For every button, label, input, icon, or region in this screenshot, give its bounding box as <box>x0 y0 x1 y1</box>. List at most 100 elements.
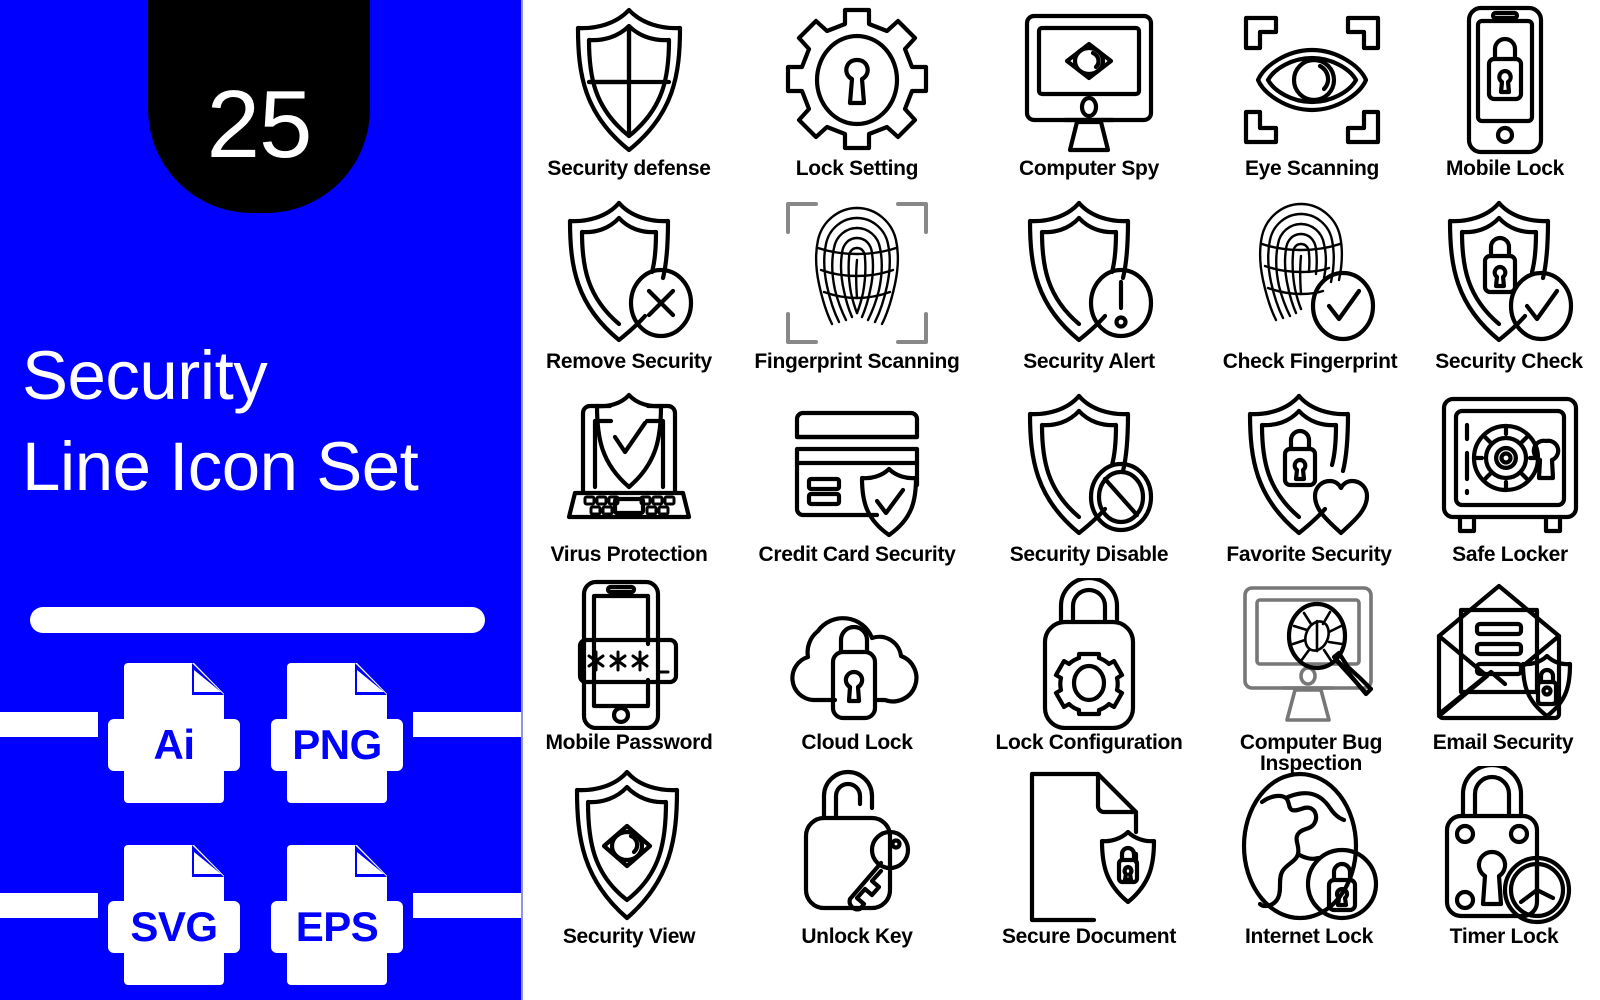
page-title: Security Line Icon Set <box>22 330 502 512</box>
page-fold-corner <box>355 663 387 695</box>
cloud-padlock-icon <box>751 578 963 730</box>
icon-cell-security-disable[interactable]: Security Disable <box>981 390 1197 565</box>
shield-eye-icon <box>531 769 727 924</box>
format-badge-png: PNG <box>271 663 403 803</box>
format-label: SVG <box>130 903 218 950</box>
icon-label: Security Alert <box>1023 350 1155 373</box>
monitor-bug-magnifier-icon <box>1213 578 1409 730</box>
icon-label: Mobile Password <box>545 731 713 754</box>
icon-label: Email Security <box>1432 731 1574 754</box>
icon-label: Timer Lock <box>1449 925 1559 948</box>
icon-cell-check-fingerprint[interactable]: Check Fingerprint <box>1201 197 1419 372</box>
icon-cell-credit-card-security[interactable]: Credit Card Security <box>731 390 983 565</box>
shield-no-entry-icon <box>981 390 1197 542</box>
eye-scan-frame-icon <box>1213 4 1411 156</box>
shield-exclamation-icon <box>983 197 1195 349</box>
page-title-line2: Line Icon Set <box>22 428 419 506</box>
icon-cell-fingerprint-scanning[interactable]: Fingerprint Scanning <box>735 197 979 372</box>
laptop-shield-check-icon <box>531 390 727 542</box>
icon-cell-computer-bug-inspection[interactable]: Computer Bug Inspection <box>1213 578 1409 774</box>
shield-quarters-icon <box>531 4 727 156</box>
icon-label: Safe Locker <box>1452 543 1568 566</box>
icon-cell-favorite-security[interactable]: Favorite Security <box>1201 390 1417 565</box>
icon-cell-security-check[interactable]: Security Check <box>1419 197 1599 372</box>
icon-cell-security-defense[interactable]: Security defense <box>531 4 727 179</box>
icon-cell-security-alert[interactable]: Security Alert <box>983 197 1195 372</box>
icon-grid: Security defense Lock Setting Computer S… <box>521 0 1600 1000</box>
format-badge-svg: SVG <box>108 845 240 985</box>
icon-cell-lock-setting[interactable]: Lock Setting <box>747 4 967 179</box>
icon-cell-cloud-lock[interactable]: Cloud Lock <box>751 578 963 753</box>
icon-count-badge: 25 <box>148 0 370 213</box>
icon-label: Virus Protection <box>550 543 708 566</box>
icon-label: Internet Lock <box>1245 925 1373 948</box>
page-title-line1: Security <box>22 337 268 414</box>
icon-label: Lock Configuration <box>995 731 1183 754</box>
shield-lock-heart-icon <box>1201 390 1417 542</box>
connector-bar-left-bottom <box>0 893 98 918</box>
panel-divider <box>521 0 523 1000</box>
icon-cell-remove-security[interactable]: Remove Security <box>531 197 727 372</box>
fingerprint-scan-frame-icon <box>735 197 979 349</box>
icon-label: Credit Card Security <box>758 543 956 566</box>
icon-cell-lock-configuration[interactable]: Lock Configuration <box>965 578 1213 753</box>
connector-bar-right-bottom <box>413 893 521 918</box>
icon-cell-secure-document[interactable]: Secure Document <box>973 771 1205 948</box>
envelope-shield-lock-icon <box>1407 578 1599 730</box>
icon-count-value: 25 <box>206 71 313 178</box>
format-label-wrap: SVG <box>108 901 240 953</box>
icon-label: Lock Setting <box>795 157 919 180</box>
monitor-eye-icon <box>981 4 1197 156</box>
shield-cross-icon <box>531 197 727 349</box>
icon-label: Unlock Key <box>801 925 913 948</box>
fingerprint-check-icon <box>1201 197 1419 349</box>
padlock-clock-icon <box>1409 766 1599 925</box>
cover-panel: 25 Security Line Icon Set Ai PNG SVG EPS <box>0 0 521 1000</box>
icon-label: Secure Document <box>1001 925 1177 948</box>
document-shield-lock-icon <box>973 771 1205 924</box>
credit-card-shield-icon <box>731 390 983 542</box>
safe-vault-icon <box>1421 390 1599 542</box>
icon-cell-security-view[interactable]: Security View <box>531 769 727 948</box>
icon-label: Security View <box>562 925 696 948</box>
padlock-gear-icon <box>965 578 1213 730</box>
connector-bar-left-top <box>0 712 98 737</box>
icon-cell-safe-locker[interactable]: Safe Locker <box>1421 390 1599 565</box>
icon-cell-computer-spy[interactable]: Computer Spy <box>981 4 1197 179</box>
icon-label: Check Fingerprint <box>1222 350 1398 373</box>
icon-cell-email-security[interactable]: Email Security <box>1407 578 1599 753</box>
icon-cell-internet-lock[interactable]: Internet Lock <box>1213 771 1405 948</box>
icon-label: Security defense <box>547 157 711 180</box>
icon-cell-virus-protection[interactable]: Virus Protection <box>531 390 727 565</box>
icon-cell-unlock-key[interactable]: Unlock Key <box>757 769 957 948</box>
icon-cell-eye-scanning[interactable]: Eye Scanning <box>1213 4 1411 179</box>
icon-label: Eye Scanning <box>1244 157 1380 180</box>
shield-lock-check-icon <box>1419 197 1599 349</box>
icon-label: Favorite Security <box>1226 543 1392 566</box>
format-badge-ai: Ai <box>108 663 240 803</box>
format-label: EPS <box>295 903 379 950</box>
globe-padlock-icon <box>1213 771 1405 924</box>
icon-label: Security Disable <box>1009 543 1169 566</box>
icon-label: Security Check <box>1435 350 1583 373</box>
icon-cell-mobile-password[interactable]: Mobile Password <box>531 578 727 753</box>
phone-password-icon <box>531 578 727 730</box>
format-label: PNG <box>292 721 382 768</box>
format-label-wrap: Ai <box>108 719 240 771</box>
icon-label: Remove Security <box>546 350 712 373</box>
icon-set-poster: 25 Security Line Icon Set Ai PNG SVG EPS… <box>0 0 1600 1000</box>
connector-bar-right-top <box>413 712 521 737</box>
gear-keyhole-icon <box>747 4 967 156</box>
format-label: Ai <box>153 721 196 768</box>
decorative-pill-bar <box>30 607 485 633</box>
page-fold-corner <box>355 845 387 877</box>
icon-cell-mobile-lock[interactable]: Mobile Lock <box>1411 4 1599 179</box>
phone-padlock-icon <box>1411 4 1599 156</box>
icon-label: Mobile Lock <box>1445 157 1565 180</box>
format-label-wrap: PNG <box>271 719 403 771</box>
icon-label: Fingerprint Scanning <box>754 350 960 373</box>
icon-cell-timer-lock[interactable]: Timer Lock <box>1409 766 1599 948</box>
format-label-wrap: EPS <box>271 901 403 953</box>
format-badge-eps: EPS <box>271 845 403 985</box>
icon-label: Computer Spy <box>1019 157 1159 180</box>
